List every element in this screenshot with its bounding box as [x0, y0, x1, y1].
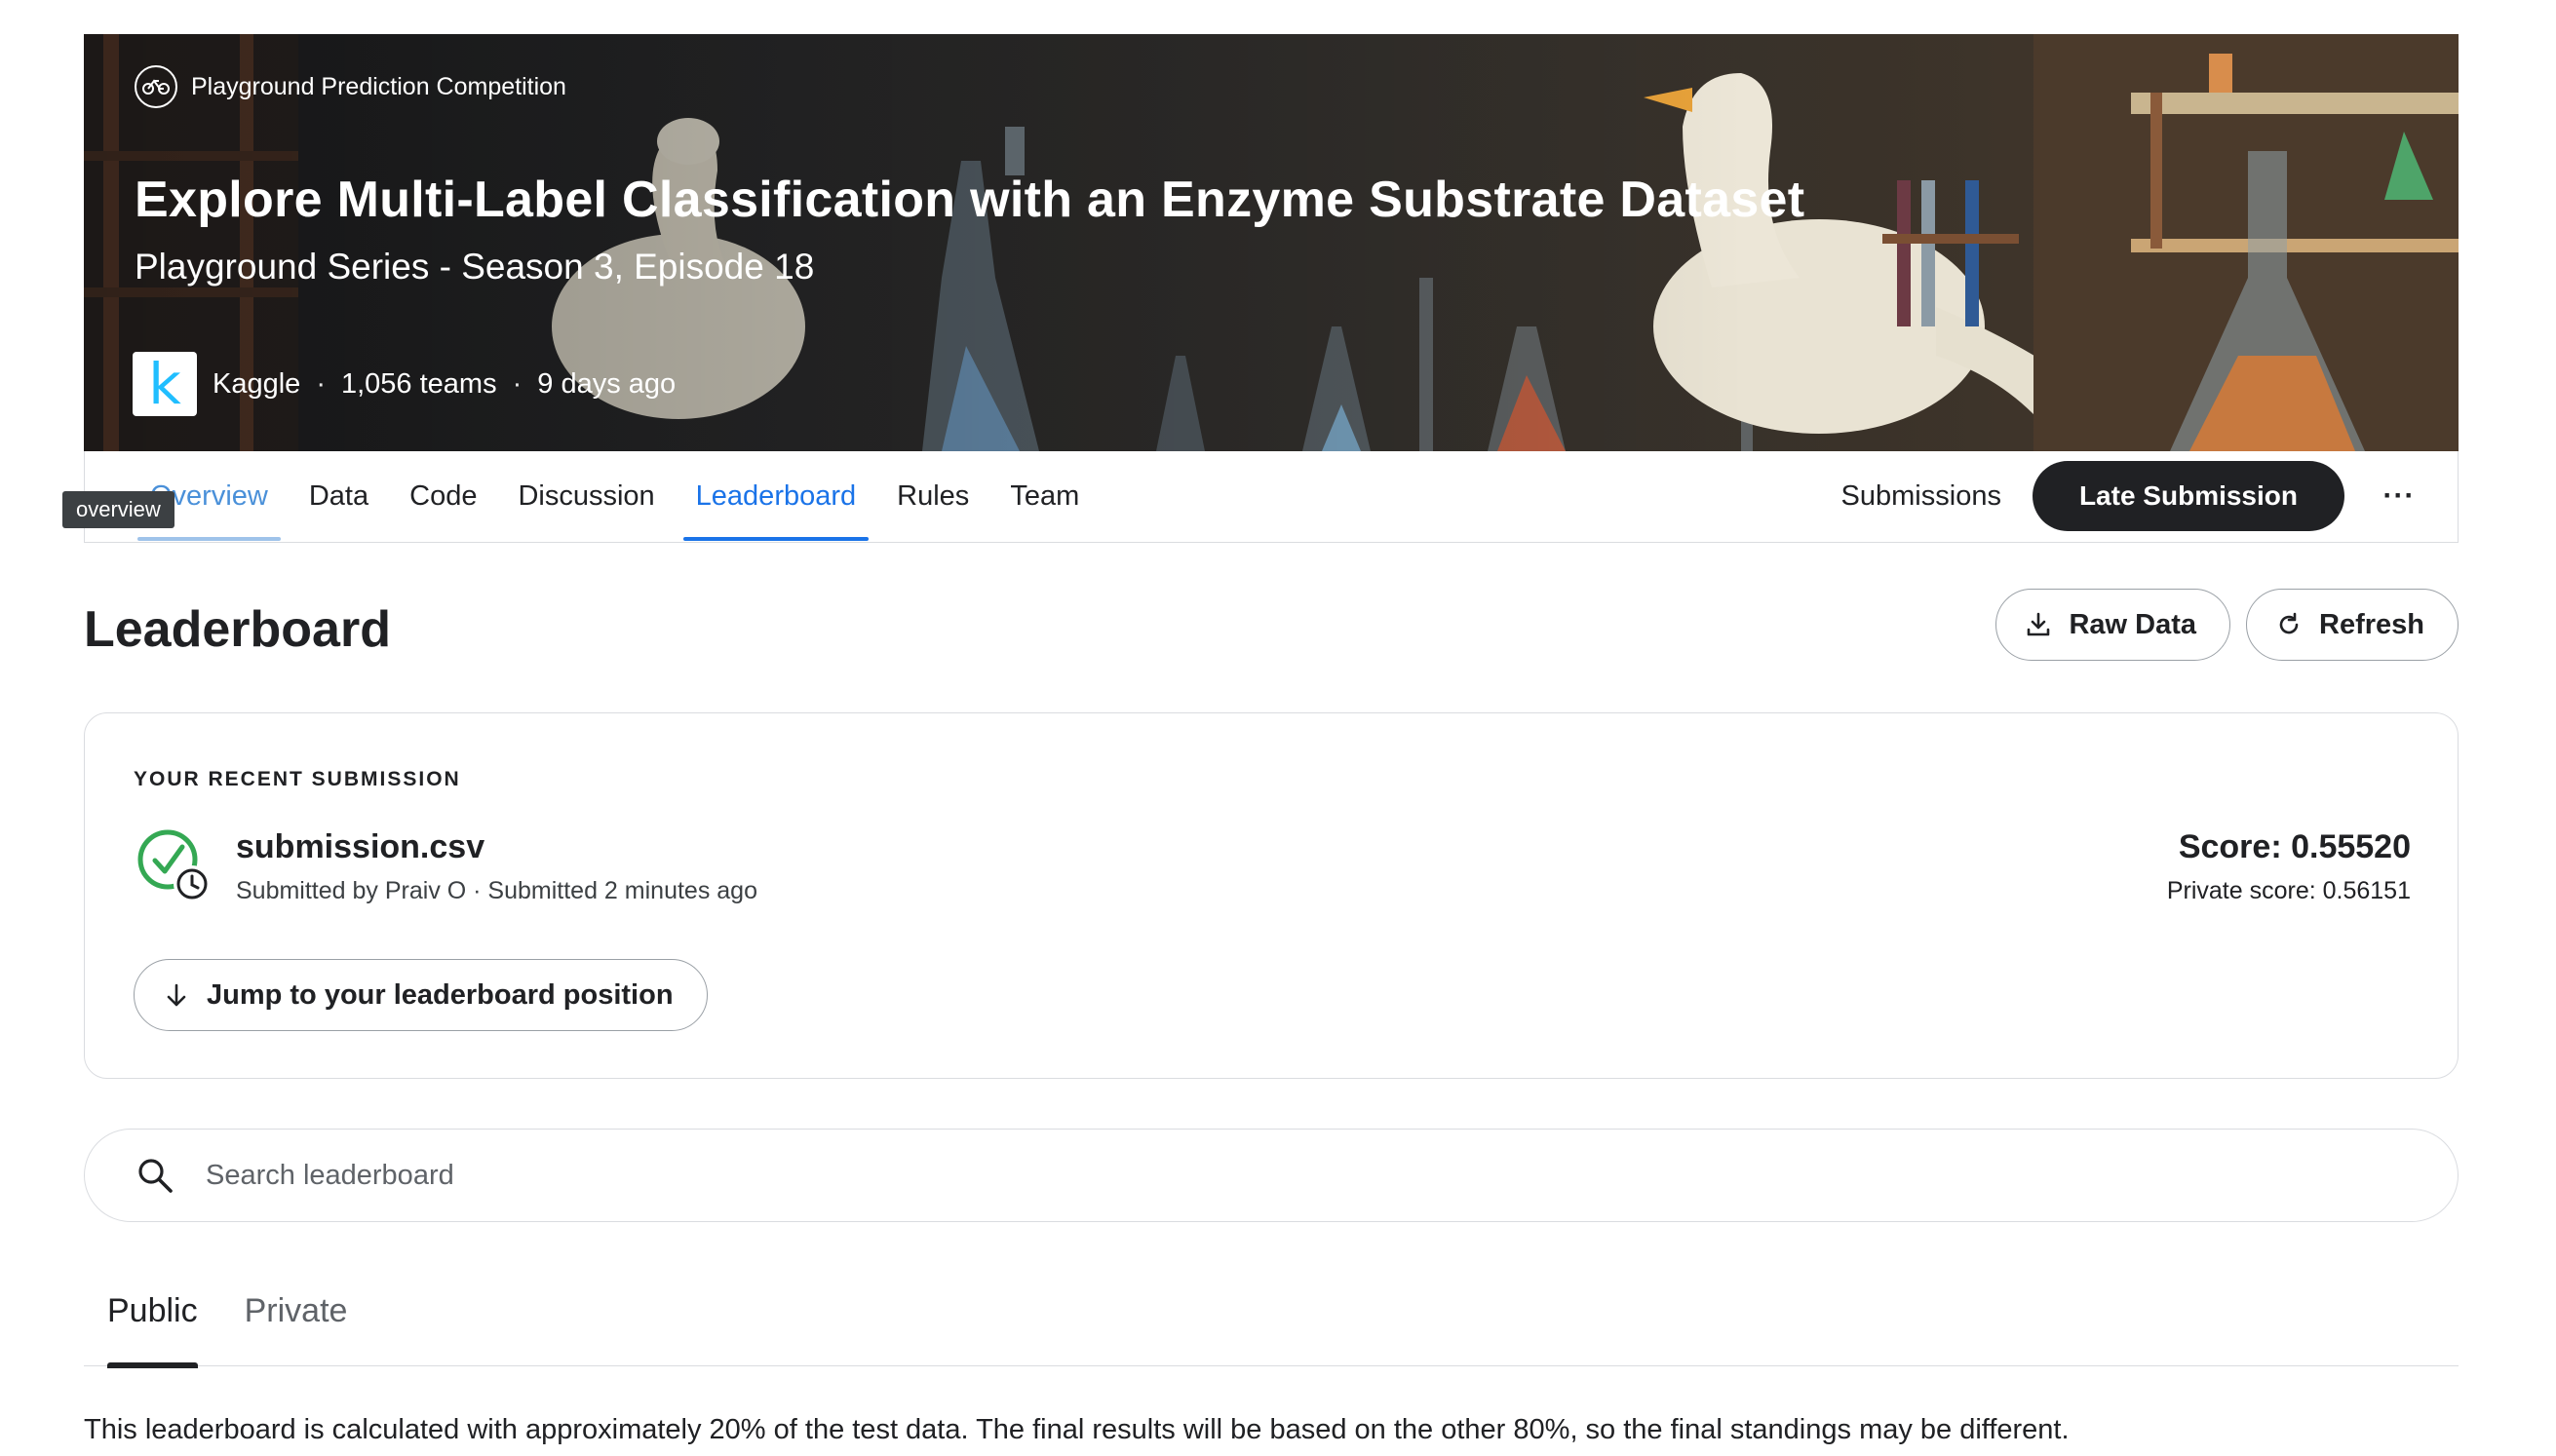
recent-submission-card: YOUR RECENT SUBMISSION submission.csv Su…	[84, 712, 2459, 1079]
search-input[interactable]	[204, 1158, 2458, 1193]
competition-type: Playground Prediction Competition	[135, 65, 566, 108]
leaderboard-note: This leaderboard is calculated with appr…	[84, 1414, 2070, 1445]
tab-private[interactable]: Private	[221, 1269, 371, 1366]
tab-team[interactable]: Team	[989, 451, 1100, 541]
late-submission-button[interactable]: Late Submission	[2032, 461, 2344, 531]
meta-separator: ·	[512, 367, 523, 400]
download-icon	[2028, 612, 2050, 636]
refresh-label: Refresh	[2319, 608, 2424, 640]
tab-discussion[interactable]: Discussion	[497, 451, 675, 541]
more-options-icon[interactable]: ···	[2376, 473, 2422, 519]
refresh-button[interactable]: Refresh	[2246, 589, 2459, 661]
leaderboard-tabs: Public Private	[84, 1269, 2459, 1368]
meta-separator: ·	[316, 367, 326, 400]
submissions-link[interactable]: Submissions	[1841, 480, 2001, 513]
refresh-icon	[2279, 612, 2299, 634]
raw-data-button[interactable]: Raw Data	[1995, 589, 2230, 661]
competition-meta: k Kaggle · 1,056 teams · 9 days ago	[133, 352, 676, 416]
search-icon	[138, 1159, 173, 1193]
tab-leaderboard[interactable]: Leaderboard	[676, 451, 876, 541]
jump-label: Jump to your leaderboard position	[207, 978, 674, 1011]
public-score: Score: 0.55520	[2178, 828, 2411, 865]
tab-code[interactable]: Code	[389, 451, 497, 541]
competition-type-label: Playground Prediction Competition	[191, 72, 566, 100]
submission-meta: Submitted by Praiv O · Submitted 2 minut…	[236, 877, 757, 904]
bicycle-icon	[135, 65, 177, 108]
nav-actions: Submissions Late Submission ···	[1841, 451, 2422, 541]
kaggle-logo[interactable]: k	[133, 352, 197, 416]
launch-time: 9 days ago	[537, 367, 677, 400]
overview-tooltip: overview	[62, 491, 174, 528]
leaderboard-search	[84, 1129, 2459, 1222]
nav-tabs: Overview Data Code Discussion Leaderboar…	[130, 451, 1100, 541]
competition-nav: Overview Data Code Discussion Leaderboar…	[84, 451, 2459, 543]
tab-public[interactable]: Public	[84, 1269, 221, 1368]
submission-filename[interactable]: submission.csv	[236, 828, 484, 866]
section-label: YOUR RECENT SUBMISSION	[134, 768, 461, 790]
tab-data[interactable]: Data	[289, 451, 389, 541]
raw-data-label: Raw Data	[2069, 608, 2196, 640]
arrow-down-icon	[167, 983, 186, 1007]
page-title: Leaderboard	[84, 601, 391, 658]
host-name[interactable]: Kaggle	[213, 368, 300, 401]
jump-to-position-button[interactable]: Jump to your leaderboard position	[134, 959, 708, 1031]
submission-complete-icon	[137, 829, 211, 902]
competition-banner: Playground Prediction Competition Explor…	[84, 34, 2459, 451]
competition-subtitle: Playground Series - Season 3, Episode 18	[135, 247, 815, 287]
team-count: 1,056 teams	[340, 367, 497, 400]
leaderboard-actions: Raw Data Refresh	[1995, 589, 2459, 661]
competition-title: Explore Multi-Label Classification with …	[135, 172, 1805, 228]
private-score: Private score: 0.56151	[2166, 877, 2411, 904]
tab-rules[interactable]: Rules	[876, 451, 989, 541]
